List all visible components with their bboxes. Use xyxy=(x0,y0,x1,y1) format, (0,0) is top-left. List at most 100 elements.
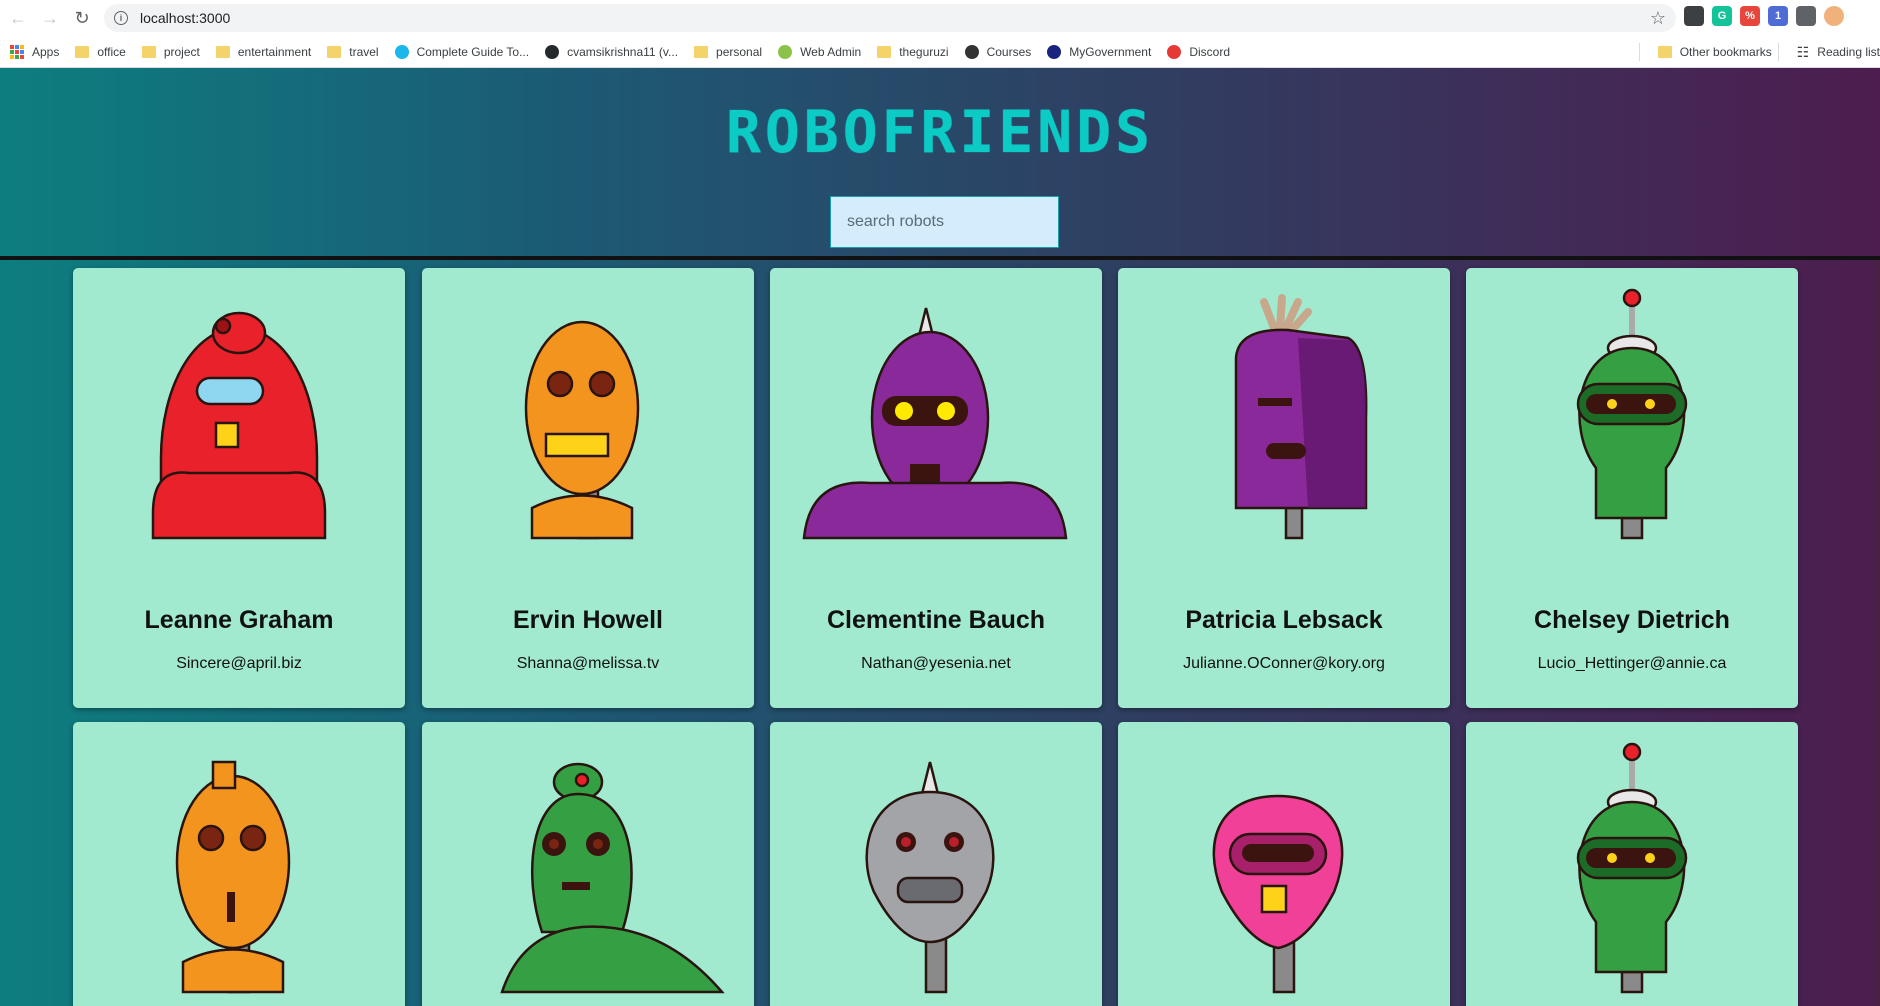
robot-name: Ervin Howell xyxy=(512,606,664,634)
robot-card[interactable]: Clementine Bauch Nathan@yesenia.net xyxy=(770,268,1102,708)
search-input[interactable] xyxy=(830,196,1059,248)
bookmarks-bar: Apps office project entertainment travel Comp… xyxy=(0,36,1880,68)
robot-card[interactable] xyxy=(1118,722,1450,1006)
bookmark-item[interactable]: theguruzi xyxy=(877,44,949,59)
folder-icon xyxy=(215,45,230,58)
robot-name: Clementine Bauch xyxy=(826,606,1046,634)
reload-icon[interactable]: ↻ xyxy=(68,4,96,32)
extensions-area: G% 1 xyxy=(1684,6,1844,26)
bookmark-label: Courses xyxy=(986,44,1032,59)
apps-grid-icon xyxy=(10,44,24,59)
robot-image xyxy=(1576,288,1688,540)
robot-card[interactable]: Chelsey Dietrich Lucio_Hettinger@annie.ca xyxy=(1466,268,1798,708)
other-bookmarks-label: Other bookmarks xyxy=(1679,45,1772,59)
robot-image xyxy=(524,320,640,540)
reading-list-label: Reading list xyxy=(1817,45,1880,59)
bookmarks-separator xyxy=(1777,43,1779,61)
bookmark-item[interactable]: project xyxy=(141,44,200,59)
robot-image xyxy=(151,311,327,540)
robot-name: Leanne Graham xyxy=(144,606,334,634)
github-icon xyxy=(545,44,560,59)
bookmark-label: theguruzi xyxy=(899,44,949,59)
robot-card[interactable]: Leanne Graham Sincere@april.biz xyxy=(73,268,405,708)
bookmark-label: personal xyxy=(716,44,763,59)
bookmark-label: Complete Guide To... xyxy=(416,44,530,59)
robot-email: Lucio_Hettinger@annie.ca xyxy=(1537,655,1727,672)
folder-icon xyxy=(327,45,342,58)
bookmark-item[interactable]: office xyxy=(75,44,126,59)
grammarly-icon[interactable]: G xyxy=(1712,6,1732,26)
bookmark-item[interactable]: Web Admin xyxy=(778,44,862,59)
bookmark-star-icon[interactable]: ☆ xyxy=(1650,8,1666,29)
robot-image xyxy=(802,307,1068,540)
robot-name: Chelsey Dietrich xyxy=(1534,606,1730,634)
robot-email: Sincere@april.biz xyxy=(176,655,302,672)
aw-icon xyxy=(964,44,979,59)
bookmark-item[interactable]: travel xyxy=(327,44,379,59)
bookmarks-separator xyxy=(1638,43,1640,61)
bookmarks-list: Apps office project entertainment travel Comp… xyxy=(0,44,1236,59)
mygov-icon xyxy=(1047,44,1062,59)
bookmark-item[interactable]: Discord xyxy=(1167,44,1230,59)
profile-avatar[interactable] xyxy=(1824,6,1844,26)
robot-image xyxy=(1576,742,1688,994)
scroll-divider xyxy=(0,256,1880,260)
robot-email: Julianne.OConner@kory.org xyxy=(1183,655,1385,672)
robot-email: Nathan@yesenia.net xyxy=(861,655,1011,672)
bookmark-item[interactable]: cvamsikrishna11 (v... xyxy=(545,44,679,59)
robot-card[interactable]: Ervin Howell Shanna@melissa.tv xyxy=(422,268,754,708)
bookmark-item[interactable]: MyGovernment xyxy=(1047,44,1152,59)
gear-extension-icon[interactable]: 1 xyxy=(1768,6,1788,26)
browser-toolbar: ← → ↻ i localhost:3000 ☆ G% 1 xyxy=(0,0,1880,36)
bookmark-item[interactable]: Courses xyxy=(964,44,1032,59)
robot-image xyxy=(1234,294,1368,540)
reading-list[interactable]: ☷ Reading list xyxy=(1797,44,1880,61)
robot-card[interactable] xyxy=(770,722,1102,1006)
robot-image xyxy=(865,761,995,994)
back-arrow-icon[interactable]: ← xyxy=(4,4,32,32)
other-bookmarks[interactable]: Other bookmarks xyxy=(1657,45,1772,59)
robot-image xyxy=(175,760,291,994)
bookmark-label: Apps xyxy=(32,44,60,59)
bookmark-label: project xyxy=(163,44,200,59)
url-text[interactable]: localhost:3000 xyxy=(140,10,230,26)
robot-image xyxy=(1212,794,1344,994)
robot-card[interactable]: Patricia Lebsack Julianne.OConner@kory.or… xyxy=(1118,268,1450,708)
bookmark-label: MyGovernment xyxy=(1069,44,1152,59)
percent-extension-icon[interactable]: % xyxy=(1740,6,1760,26)
discord-icon xyxy=(1167,44,1182,59)
robot-card[interactable] xyxy=(1466,722,1798,1006)
robot-image xyxy=(500,762,725,994)
scrollbar[interactable] xyxy=(1874,260,1880,1006)
bookmark-item[interactable]: Apps xyxy=(10,44,60,59)
reading-list-icon: ☷ xyxy=(1796,43,1810,60)
robot-card[interactable] xyxy=(73,722,405,1006)
address-bar[interactable]: i localhost:3000 ☆ xyxy=(104,4,1676,32)
puzzle-icon[interactable] xyxy=(1796,6,1816,26)
page-title: ROBOFRIENDS xyxy=(725,98,1155,166)
bookmark-item[interactable]: entertainment xyxy=(215,44,312,59)
bookmark-label: office xyxy=(97,44,126,59)
bookmark-label: travel xyxy=(349,44,379,59)
folder-icon xyxy=(694,45,709,58)
bookmark-item[interactable]: personal xyxy=(694,45,762,59)
bookmark-label: Web Admin xyxy=(800,44,862,59)
app-container: ROBOFRIENDS Leanne Graham Sincere@april.b… xyxy=(0,68,1880,1006)
vimeo-icon xyxy=(394,44,409,59)
bookmark-label: entertainment xyxy=(237,44,312,59)
lte-icon xyxy=(778,44,793,59)
bookmark-item[interactable]: Complete Guide To... xyxy=(394,44,530,59)
robot-email: Shanna@melissa.tv xyxy=(516,655,660,672)
bookmarks-right: Other bookmarks ☷ Reading list xyxy=(1638,36,1880,68)
robot-name: Patricia Lebsack xyxy=(1185,606,1383,634)
folder-icon xyxy=(1657,46,1672,58)
extension-icon-1[interactable] xyxy=(1684,6,1704,26)
folder-icon xyxy=(877,45,892,58)
folder-icon xyxy=(75,45,90,58)
robot-card[interactable] xyxy=(422,722,754,1006)
bookmark-label: cvamsikrishna11 (v... xyxy=(567,44,679,59)
forward-arrow-icon[interactable]: → xyxy=(36,4,64,32)
folder-icon xyxy=(141,45,156,58)
info-icon[interactable]: i xyxy=(114,11,128,25)
bookmark-label: Discord xyxy=(1189,44,1230,59)
